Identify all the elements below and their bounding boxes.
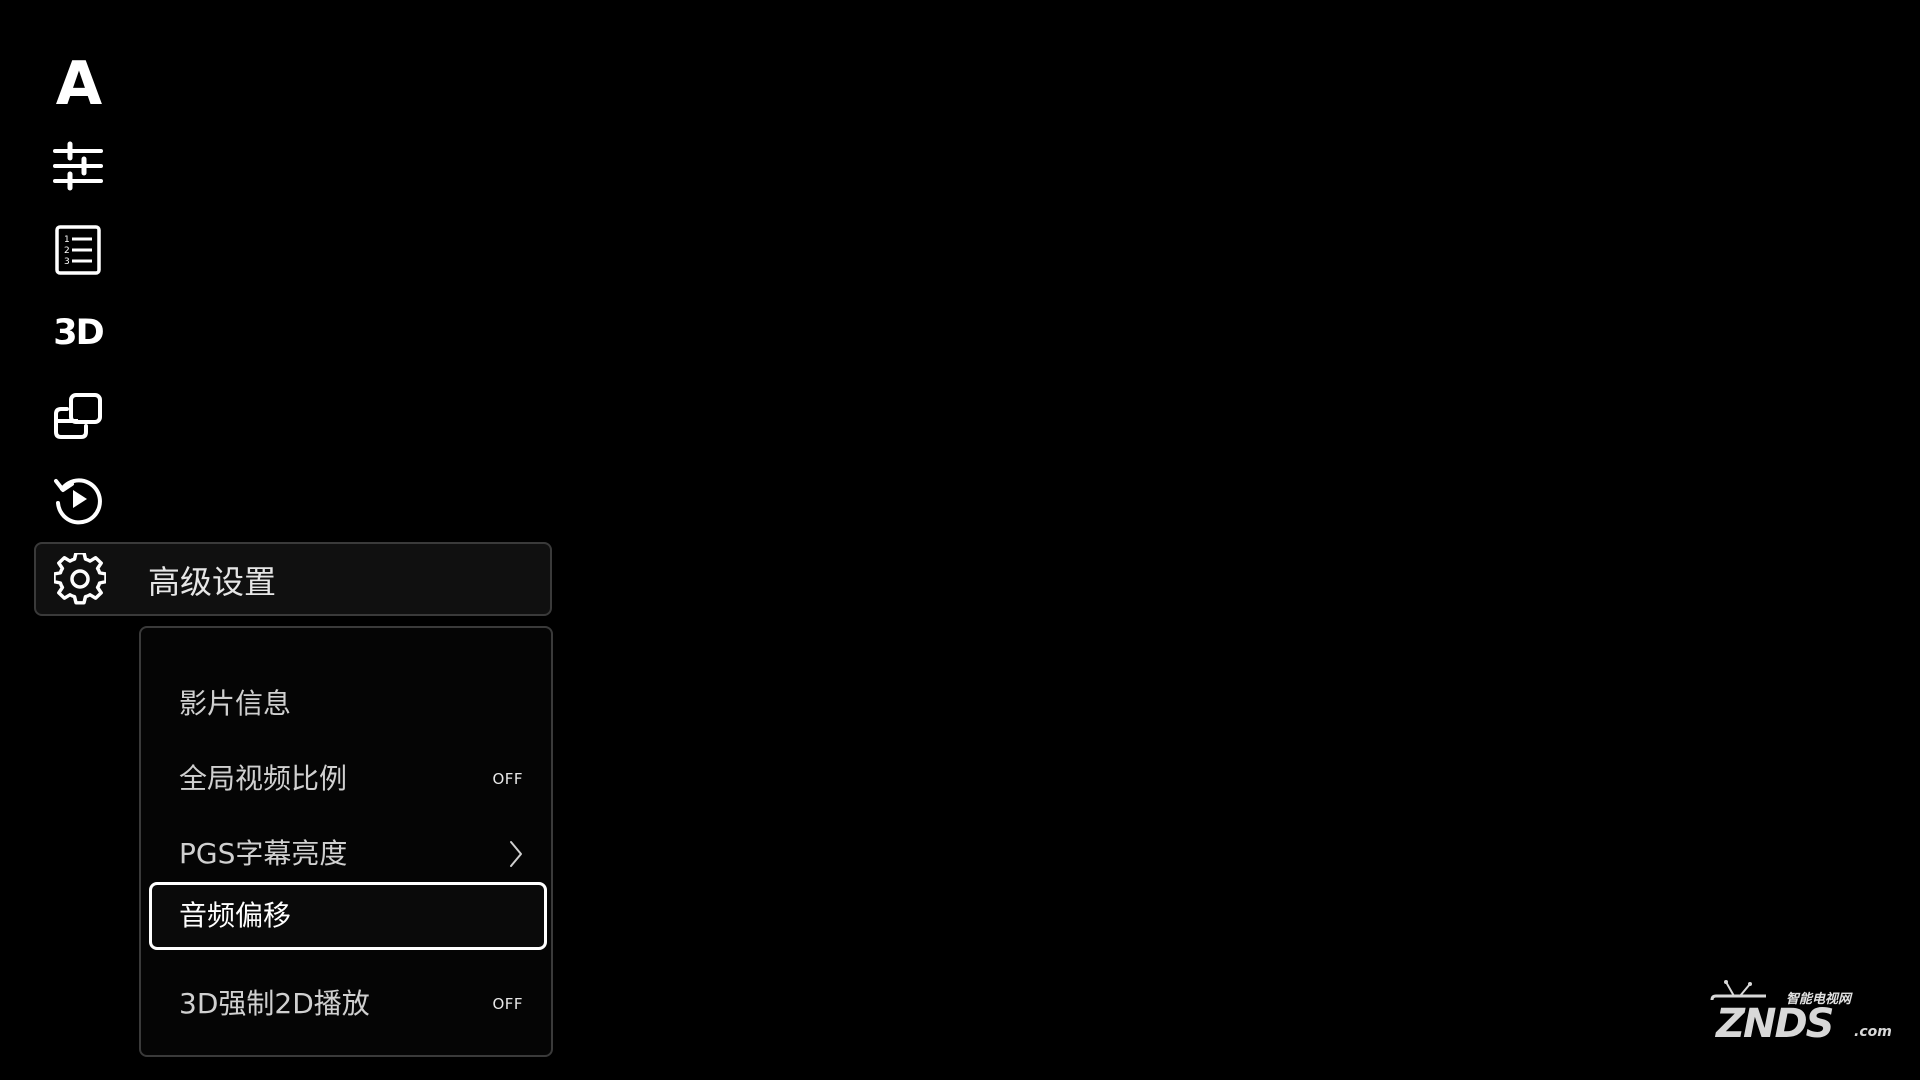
numbered-list-svg: 1 2 3 <box>55 225 101 275</box>
gear-icon <box>52 551 108 607</box>
picture-in-picture-icon[interactable] <box>50 388 106 444</box>
3d-icon[interactable]: 3D <box>50 305 106 361</box>
submenu-item-label: PGS字幕亮度 <box>179 837 348 870</box>
svg-text:2: 2 <box>64 246 70 256</box>
advanced-settings-row[interactable]: 高级设置 <box>34 542 552 616</box>
replay-icon[interactable] <box>50 471 106 527</box>
chevron-right-icon <box>510 841 522 867</box>
submenu-item-movie-info[interactable]: 影片信息 <box>149 670 547 738</box>
gear-svg <box>54 553 106 605</box>
force-3d-to-2d-toggle-value[interactable]: OFF <box>492 994 523 1014</box>
znds-watermark-logo: 智能电视网 ZNDS .com <box>1706 980 1892 1050</box>
subtitle-font-icon[interactable]: A <box>50 49 106 119</box>
sliders-icon[interactable] <box>50 138 106 194</box>
submenu-item-label: 音频偏移 <box>179 899 292 932</box>
svg-text:3: 3 <box>64 257 70 267</box>
submenu-item-label: 全局视频比例 <box>179 762 348 795</box>
subtitle-font-glyph: A <box>55 49 102 119</box>
submenu-item-force-3d-to-2d[interactable]: 3D强制2D播放 OFF <box>149 970 547 1038</box>
advanced-settings-label: 高级设置 <box>148 563 277 601</box>
sliders-svg <box>53 141 103 191</box>
watermark-suffix: .com <box>1854 1024 1892 1040</box>
3d-glyph: 3D <box>53 312 104 353</box>
submenu-item-label: 3D强制2D播放 <box>179 987 370 1020</box>
advanced-settings-submenu: 影片信息 全局视频比例 OFF PGS字幕亮度 音频偏移 3D强制2D播放 OF… <box>139 626 553 1057</box>
submenu-item-pgs-subtitle-brightness[interactable]: PGS字幕亮度 <box>149 820 547 888</box>
watermark-brand: ZNDS <box>1716 1001 1834 1047</box>
svg-text:1: 1 <box>64 235 70 245</box>
submenu-item-audio-offset[interactable]: 音频偏移 <box>149 882 547 950</box>
submenu-item-label: 影片信息 <box>179 687 292 720</box>
player-settings-screen: A 1 2 3 3D 高级设置 影片信息 全局视频比例 OFF PGS字幕亮度 … <box>0 0 1920 1080</box>
submenu-item-global-aspect-ratio[interactable]: 全局视频比例 OFF <box>149 745 547 813</box>
numbered-list-icon[interactable]: 1 2 3 <box>50 222 106 278</box>
replay-svg <box>54 478 102 525</box>
global-aspect-ratio-toggle-value[interactable]: OFF <box>492 769 523 789</box>
picture-in-picture-svg <box>54 393 102 439</box>
